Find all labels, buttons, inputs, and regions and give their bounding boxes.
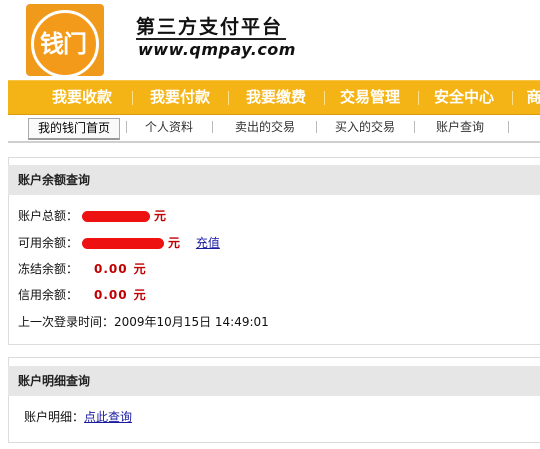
subnav-separator — [508, 121, 509, 133]
nav-separator — [324, 91, 325, 105]
redacted-amount — [82, 238, 165, 249]
available-balance-label: 可用余额： — [18, 236, 79, 250]
logo-text: 钱门 — [40, 30, 87, 58]
total-balance-unit: 元 — [154, 209, 167, 223]
total-balance-label: 账户总额： — [18, 209, 79, 223]
frozen-balance-unit: 元 — [133, 262, 146, 276]
brand-url: www.qmpay.com — [138, 40, 296, 59]
available-balance-unit: 元 — [168, 236, 181, 250]
tab-bought-trades[interactable]: 买入的交易 — [322, 118, 408, 137]
subnav-separator — [212, 121, 213, 133]
frozen-balance-value: 0.00 — [94, 262, 128, 276]
last-login-time: 上一次登录时间：2009年10月15日 14:49:01 — [18, 315, 269, 329]
main-nav: 我要收款 我要付款 我要缴费 交易管理 安全中心 商 — [8, 80, 540, 115]
tab-account-query[interactable]: 账户查询 — [422, 118, 498, 137]
redacted-amount — [82, 211, 151, 222]
balance-panel-title: 账户余额查询 — [8, 165, 540, 195]
credit-balance-label: 信用余额： — [18, 288, 79, 302]
credit-balance-row: 信用余额： 0.00 元 — [18, 286, 146, 303]
sub-nav: 我的钱门首页 个人资料 卖出的交易 买入的交易 账户查询 — [8, 115, 540, 143]
nav-separator — [418, 91, 419, 105]
nav-receive-payment[interactable]: 我要收款 — [42, 81, 122, 114]
account-detail-label: 账户明细： — [24, 410, 85, 424]
tab-my-home[interactable]: 我的钱门首页 — [28, 118, 120, 140]
credit-balance-value: 0.00 — [94, 288, 128, 302]
subnav-separator — [126, 121, 127, 133]
available-balance-row: 可用余额： 元 充值 — [18, 234, 220, 251]
nav-separator — [132, 91, 133, 105]
query-detail-link[interactable]: 点此查询 — [84, 410, 132, 424]
subnav-separator — [414, 121, 415, 133]
nav-separator — [512, 91, 513, 105]
credit-balance-unit: 元 — [133, 288, 146, 302]
brand-title: 第三方支付平台 — [136, 16, 284, 38]
subnav-separator — [316, 121, 317, 133]
nav-security-center[interactable]: 安全中心 — [424, 81, 504, 114]
tab-profile[interactable]: 个人资料 — [134, 118, 204, 137]
nav-trade-management[interactable]: 交易管理 — [330, 81, 410, 114]
detail-panel-title: 账户明细查询 — [8, 366, 540, 396]
frozen-balance-row: 冻结余额： 0.00 元 — [18, 260, 146, 277]
page-header: 钱门 第三方支付平台 www.qmpay.com — [0, 0, 540, 80]
recharge-link[interactable]: 充值 — [196, 236, 220, 250]
nav-more[interactable]: 商 — [524, 81, 540, 114]
nav-separator — [228, 91, 229, 105]
nav-pay-bills[interactable]: 我要缴费 — [236, 81, 316, 114]
account-detail-row: 账户明细：点此查询 — [24, 408, 132, 425]
frozen-balance-label: 冻结余额： — [18, 262, 79, 276]
logo[interactable]: 钱门 — [26, 4, 104, 76]
tab-sold-trades[interactable]: 卖出的交易 — [222, 118, 308, 137]
nav-make-payment[interactable]: 我要付款 — [140, 81, 220, 114]
total-balance-row: 账户总额： 元 — [18, 207, 166, 224]
